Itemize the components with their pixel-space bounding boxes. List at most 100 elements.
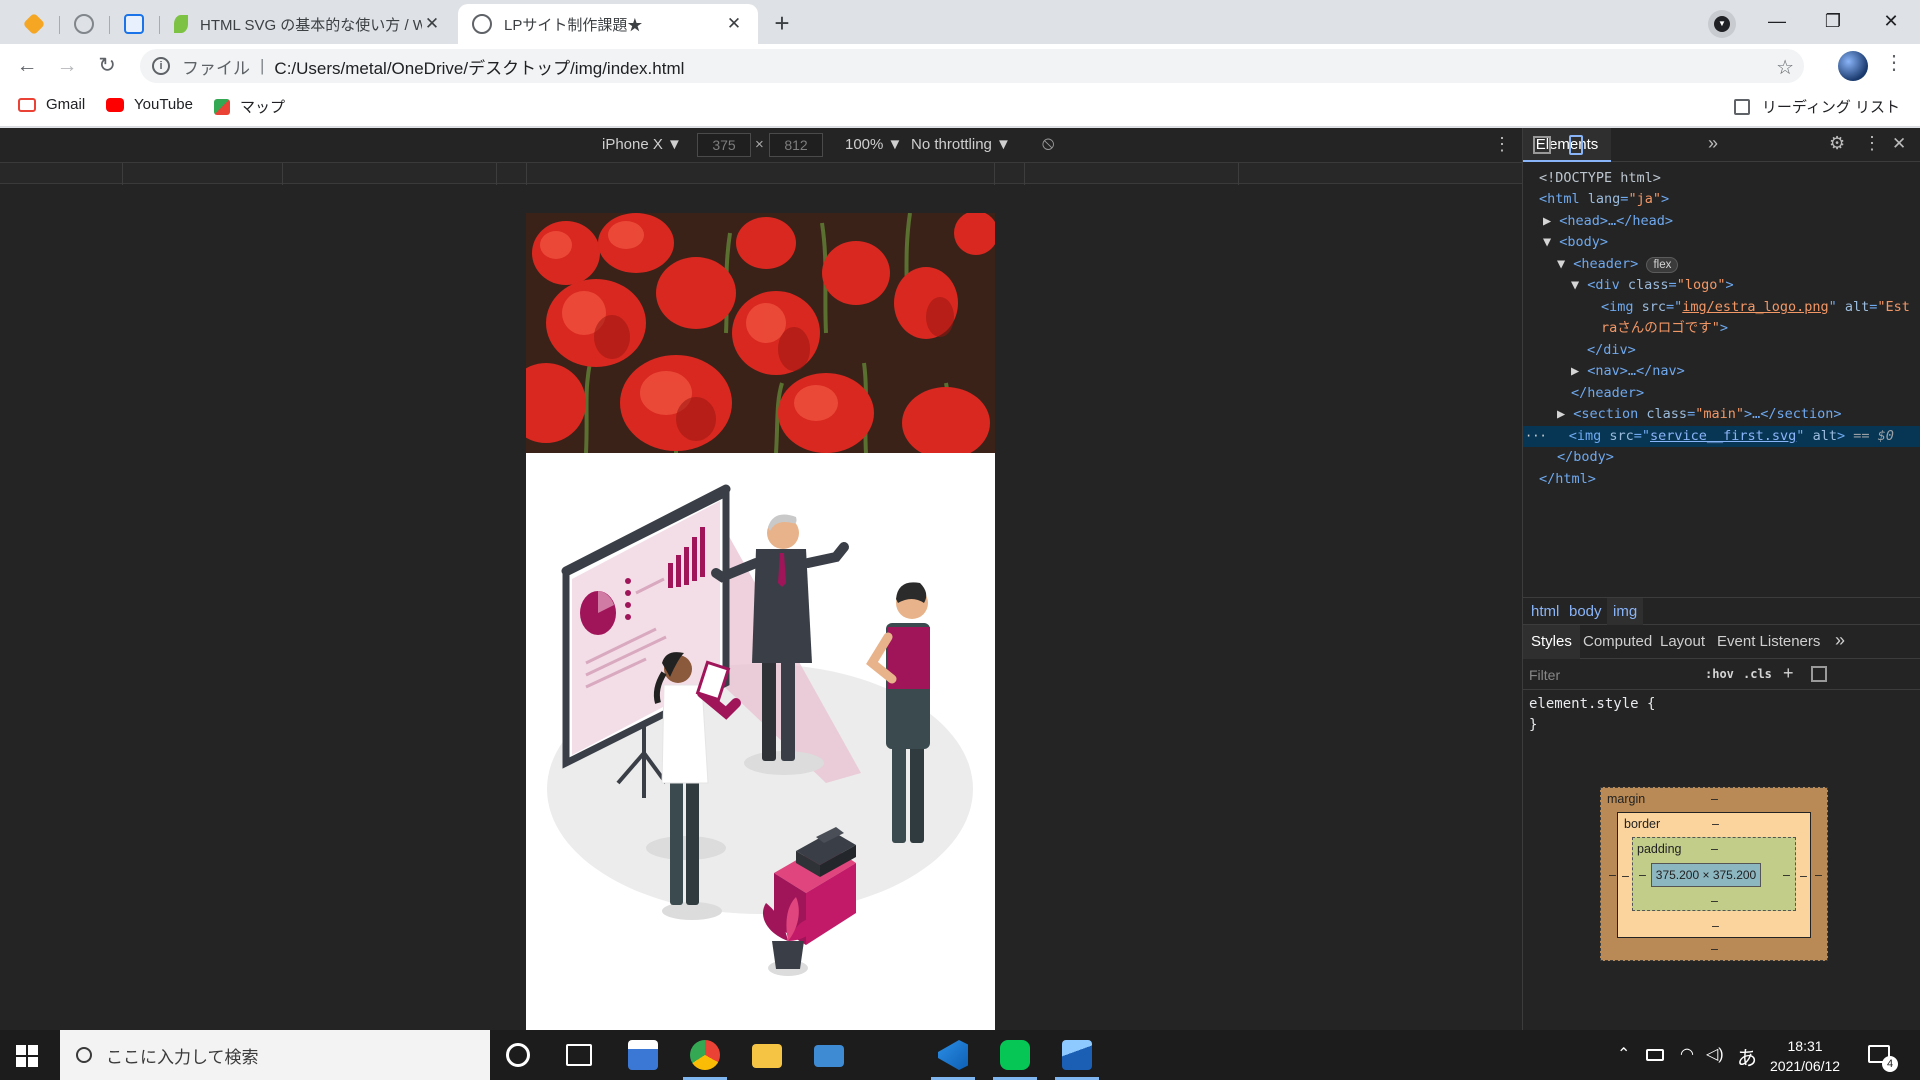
dom-node-html-close[interactable]: </html> [1523,469,1920,490]
close-window-button[interactable]: ✕ [1868,6,1914,36]
device-more-icon[interactable]: ⋮ [1493,134,1511,155]
ime-indicator[interactable]: あ [1737,1042,1757,1071]
border-bottom-value[interactable]: – [1712,919,1719,933]
cortana-icon[interactable] [506,1043,530,1067]
file-explorer-icon[interactable] [752,1044,782,1068]
rotate-icon[interactable]: ⦸ [1042,133,1054,155]
border-right-value[interactable]: – [1800,869,1807,883]
dom-node-img-svg-selected[interactable]: ··· <img src="service__first.svg" alt> ==… [1523,426,1920,447]
crumb-body[interactable]: body [1569,603,1602,620]
throttling-select[interactable]: No throttling ▼ [911,136,1011,153]
chrome-icon[interactable] [690,1040,720,1070]
pinned-tab-1[interactable] [8,4,60,44]
more-tabs-icon[interactable]: » [1708,133,1718,154]
close-tab-icon[interactable]: ✕ [422,14,442,34]
dom-node-img-logo-cont[interactable]: raさんのロゴです"> [1523,318,1920,339]
device-toggle-icon[interactable] [1569,135,1583,155]
box-model-content-size[interactable]: 375.200 × 375.200 [1651,863,1761,887]
dom-node-div-close[interactable]: </div> [1523,340,1920,361]
width-input[interactable]: 375 [697,133,751,157]
pinned-tab-2[interactable] [58,4,110,44]
wifi-icon[interactable]: ◠ [1680,1044,1694,1064]
address-bar[interactable]: i ファイル | C:/Users/metal/OneDrive/デスクトップ/… [140,49,1804,83]
pinned-tab-3[interactable] [108,4,160,44]
sidebar-toggle-icon[interactable] [1811,666,1827,682]
margin-right-value[interactable]: – [1815,868,1822,882]
bookmark-maps[interactable]: マップ [214,96,285,117]
element-style-rule[interactable]: element.style { } [1529,694,1655,736]
line-app-icon[interactable] [1000,1040,1030,1070]
url-text[interactable]: C:/Users/metal/OneDrive/デスクトップ/img/index… [274,54,684,79]
dom-node-div-logo[interactable]: ▼ <div class="logo"> [1523,275,1920,296]
dom-node-doctype[interactable]: <!DOCTYPE html> [1523,168,1920,189]
reading-list-button[interactable]: リーディング リスト [1733,96,1900,117]
vscode-icon[interactable] [938,1040,968,1070]
close-tab-icon[interactable]: ✕ [724,14,744,34]
battery-icon[interactable] [1646,1049,1664,1061]
crumb-html[interactable]: html [1531,603,1559,620]
task-view-icon[interactable] [566,1044,592,1066]
tab-lp-site[interactable]: LPサイト制作課題★ ✕ [458,4,758,44]
browser-menu-icon[interactable]: ⋮ [1884,50,1904,75]
margin-bottom-value[interactable]: – [1711,942,1718,956]
dom-node-header[interactable]: ▼ <header> flex [1523,254,1920,275]
new-tab-button[interactable]: + [766,8,798,40]
bookmark-youtube[interactable]: YouTube [106,96,193,113]
zoom-select[interactable]: 100% ▼ [845,136,902,153]
add-rule-icon[interactable]: + [1783,663,1794,684]
info-icon[interactable]: i [152,57,170,75]
dom-node-nav[interactable]: ▶ <nav>…</nav> [1523,361,1920,382]
dom-node-section[interactable]: ▶ <section class="main">…</section> [1523,404,1920,425]
device-select[interactable]: iPhone X ▼ [602,136,682,153]
store-icon[interactable] [628,1040,658,1070]
profile-avatar[interactable] [1838,51,1868,81]
bookmark-star-icon[interactable]: ☆ [1776,55,1794,80]
system-clock[interactable]: 18:31 2021/06/12 [1770,1036,1840,1076]
tab-search-button[interactable]: ▼ [1708,10,1736,38]
settings-gear-icon[interactable]: ⚙ [1829,133,1845,154]
tab-layout[interactable]: Layout [1660,633,1705,650]
padding-top-value[interactable]: – [1711,842,1718,856]
height-input[interactable]: 812 [769,133,823,157]
maximize-button[interactable]: ❐ [1810,6,1856,36]
reload-button[interactable]: ↻ [91,50,123,82]
dom-node-body[interactable]: ▼ <body> [1523,232,1920,253]
padding-left-value[interactable]: – [1639,868,1646,882]
padding-bottom-value[interactable]: – [1711,894,1718,908]
margin-top-value[interactable]: – [1711,792,1718,806]
dom-node-header-close[interactable]: </header> [1523,383,1920,404]
more-subtabs-icon[interactable]: » [1835,630,1845,651]
tab-styles[interactable]: Styles [1523,625,1580,659]
tab-computed[interactable]: Computed [1583,633,1652,650]
dom-node-html[interactable]: <html lang="ja"> [1523,189,1920,210]
dom-node-head[interactable]: ▶ <head>…</head> [1523,211,1920,232]
devtools-menu-icon[interactable]: ⋮ [1863,133,1881,154]
bookmark-gmail[interactable]: Gmail [18,96,85,113]
forward-button[interactable]: → [51,50,83,82]
media-query-ruler[interactable] [0,162,1522,185]
margin-label: margin [1607,792,1646,806]
dom-node-body-close[interactable]: </body> [1523,447,1920,468]
border-top-value[interactable]: – [1712,817,1719,831]
minimize-button[interactable]: — [1754,6,1800,36]
windows-start-icon[interactable] [16,1045,38,1067]
cls-toggle[interactable]: .cls [1743,667,1772,681]
taskbar-search-box[interactable]: ここに入力して検索 [60,1030,490,1080]
close-devtools-icon[interactable]: ✕ [1892,134,1906,154]
tab-event-listeners[interactable]: Event Listeners [1717,633,1820,650]
crumb-img[interactable]: img [1607,598,1644,625]
tab-html-svg[interactable]: HTML SVG の基本的な使い方 / We ✕ [160,4,456,44]
border-left-value[interactable]: – [1622,869,1629,883]
photos-icon[interactable] [1062,1040,1092,1070]
mail-icon[interactable] [814,1045,844,1067]
speaker-icon[interactable]: ◁) [1706,1044,1724,1064]
show-hidden-icons-chevron-icon[interactable]: ⌃ [1617,1044,1630,1064]
padding-right-value[interactable]: – [1783,868,1790,882]
filter-input[interactable]: Filter [1529,667,1560,683]
inspect-element-icon[interactable] [1533,136,1551,154]
back-button[interactable]: ← [11,50,43,82]
flex-badge[interactable]: flex [1646,257,1679,273]
margin-left-value[interactable]: – [1609,868,1616,882]
dom-node-img-logo[interactable]: <img src="img/estra_logo.png" alt="Est [1523,297,1920,318]
hov-toggle[interactable]: :hov [1705,667,1734,681]
